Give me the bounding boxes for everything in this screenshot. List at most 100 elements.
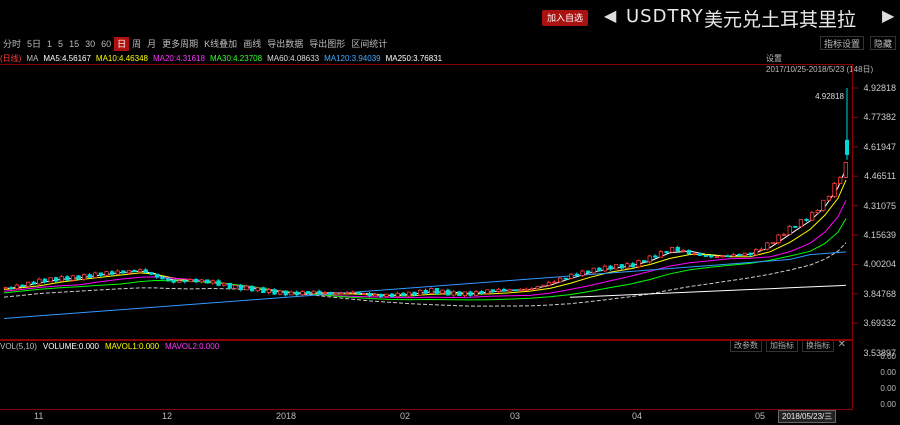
candle (782, 233, 787, 236)
next-symbol-arrow-icon[interactable]: ▶ (882, 6, 894, 26)
candle (82, 274, 87, 280)
ma60-value: MA60:4.08633 (267, 54, 320, 63)
candle (261, 287, 266, 294)
period-tab[interactable]: 30 (82, 37, 98, 51)
candle (54, 277, 59, 282)
y-tick: 4.15639 (863, 230, 896, 240)
candle (765, 242, 770, 250)
period-tab[interactable]: 导出数据 (264, 37, 306, 51)
ma20-value: MA20:4.31618 (152, 54, 206, 63)
candle (255, 287, 260, 292)
candle (429, 288, 434, 294)
ma5-value: MA5:4.56167 (43, 54, 91, 63)
period-tab[interactable]: 区间统计 (348, 37, 390, 51)
candle (361, 293, 367, 295)
period-tab[interactable]: 60 (98, 37, 114, 51)
candle (171, 280, 176, 283)
period-tab[interactable]: 5日 (24, 37, 44, 51)
candle (619, 264, 624, 269)
period-tab[interactable]: 分时 (0, 37, 24, 51)
candle (205, 279, 210, 284)
candle (289, 291, 294, 296)
candle (25, 281, 31, 287)
candle (177, 280, 182, 283)
candle (614, 264, 619, 270)
settings-label[interactable]: 设置 (766, 53, 782, 64)
candle (31, 281, 36, 285)
candle (804, 219, 809, 221)
candle (843, 162, 848, 178)
cursor-date: 2018/05/23/三 (778, 410, 837, 423)
candle (742, 252, 748, 256)
ma30-value: MA30:4.23708 (210, 54, 263, 63)
candle (48, 277, 53, 283)
period-tab[interactable]: 日 (114, 37, 130, 51)
candle (137, 269, 143, 273)
candle (311, 290, 316, 294)
candle (417, 289, 423, 296)
period-tab[interactable]: 周 (129, 37, 144, 51)
candle (20, 284, 25, 287)
candle (815, 209, 820, 214)
candle (602, 265, 608, 272)
candle (132, 269, 137, 273)
add-favorite-button[interactable]: 加入自选 (542, 10, 589, 26)
candle (110, 271, 115, 275)
candle (98, 272, 104, 276)
candle (277, 290, 283, 295)
period-tab[interactable]: 5 (55, 37, 66, 51)
candle (395, 292, 400, 298)
kline-chart[interactable] (0, 64, 900, 340)
candle (737, 254, 742, 256)
candle (233, 284, 238, 289)
period-tab[interactable]: 15 (66, 37, 82, 51)
candle (748, 252, 753, 256)
candle (776, 234, 781, 244)
candle (76, 275, 81, 280)
candle (692, 252, 697, 255)
candle (798, 219, 804, 228)
candle (451, 291, 456, 296)
prev-symbol-arrow-icon[interactable]: ◀ (604, 6, 616, 26)
candle (93, 272, 98, 278)
candle (182, 280, 188, 283)
indicator-settings-button[interactable]: 指标设置 (819, 36, 864, 50)
candle (294, 291, 300, 296)
candle (115, 270, 120, 275)
candle (42, 278, 48, 283)
candle (384, 293, 389, 297)
candle (759, 248, 764, 251)
y-tick: 4.77382 (863, 112, 896, 123)
symbol-name: 美元兑土耳其里拉 (704, 9, 857, 31)
period-tab[interactable]: 更多周期 (159, 37, 201, 51)
candle (9, 287, 14, 290)
x-tick: 12 (162, 411, 173, 421)
current-price-label: 4.92818 (815, 92, 844, 101)
period-tab[interactable]: K线叠加 (201, 37, 240, 51)
candle (541, 284, 546, 287)
candle (675, 246, 680, 252)
ma-line (3, 251, 847, 319)
candle (586, 270, 591, 274)
candle (445, 289, 451, 296)
ma-line (3, 218, 847, 301)
period-tab[interactable]: 月 (144, 37, 159, 51)
candle (165, 278, 171, 281)
candle (845, 139, 849, 155)
candle (473, 290, 479, 296)
candle (37, 278, 42, 285)
candle (821, 199, 826, 211)
candle (412, 291, 417, 296)
period-tab[interactable]: 1 (44, 37, 55, 51)
candle (647, 255, 652, 263)
right-toolbar: 指标设置 隐藏 (819, 36, 896, 50)
period-tab[interactable]: 画线 (240, 37, 264, 51)
candle (793, 225, 798, 228)
candle (597, 267, 602, 272)
candle (227, 282, 232, 289)
hide-button[interactable]: 隐藏 (869, 36, 896, 50)
ma120-value: MA120:3.94039 (324, 54, 381, 63)
period-tab[interactable]: 导出图形 (306, 37, 348, 51)
candle (104, 271, 109, 276)
candle (563, 277, 568, 280)
